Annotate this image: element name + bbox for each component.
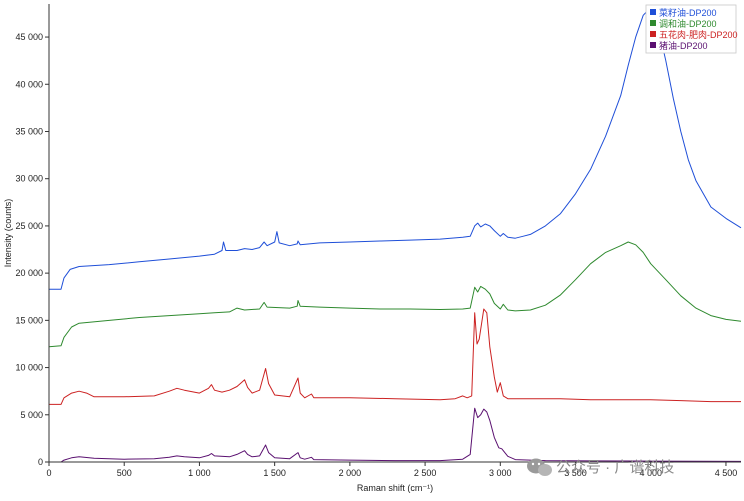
y-tick-label: 5 000 — [20, 410, 43, 420]
watermark-text: 公众号 · 广谱科技 — [556, 459, 674, 476]
x-tick-label: 2 500 — [414, 468, 437, 478]
y-tick-label: 45 000 — [15, 32, 43, 42]
y-axis-ticks: 0 5 000 10 000 15 000 20 000 25 000 30 000 35 0… — [15, 32, 49, 467]
y-axis: 0 5 000 10 000 15 000 20 000 25 000 30 000 35 0… — [15, 4, 50, 467]
x-tick-label: 1 500 — [263, 468, 286, 478]
x-tick-label: 500 — [117, 468, 132, 478]
y-tick-label: 25 000 — [15, 221, 43, 231]
legend-swatch — [650, 9, 656, 15]
legend-label: 调和油-DP200 — [659, 18, 717, 29]
y-tick-label: 35 000 — [15, 126, 43, 136]
plot-background — [49, 4, 741, 462]
legend-label: 菜籽油-DP200 — [659, 7, 717, 18]
chart-canvas: 0 500 1 000 1 500 2 000 2 500 3 000 3 500 4 000 4… — [3, 4, 742, 493]
y-axis-title: Intensity (counts) — [3, 199, 13, 268]
y-tick-label: 30 000 — [15, 174, 43, 184]
y-tick-label: 20 000 — [15, 268, 43, 278]
y-tick-label: 40 000 — [15, 79, 43, 89]
y-tick-label: 10 000 — [15, 363, 43, 373]
raman-chart: 0 500 1 000 1 500 2 000 2 500 3 000 3 500 4 000 4… — [0, 0, 744, 496]
y-tick-label: 15 000 — [15, 315, 43, 325]
legend-label: 五花肉-肥肉-DP200 — [659, 29, 738, 40]
legend-swatch — [650, 31, 656, 37]
x-tick-label: 2 000 — [339, 468, 362, 478]
legend-swatch — [650, 20, 656, 26]
legend-swatch — [650, 42, 656, 48]
y-tick-label: 0 — [38, 457, 43, 467]
x-tick-label: 4 500 — [715, 468, 738, 478]
x-tick-label: 1 000 — [188, 468, 211, 478]
legend: 菜籽油-DP200调和油-DP200五花肉-肥肉-DP200猪油-DP200 — [645, 4, 738, 54]
x-tick-label: 0 — [46, 468, 51, 478]
x-tick-label: 3 000 — [489, 468, 512, 478]
legend-label: 猪油-DP200 — [659, 40, 708, 51]
x-axis-title: Raman shift (cm⁻¹) — [357, 483, 433, 493]
